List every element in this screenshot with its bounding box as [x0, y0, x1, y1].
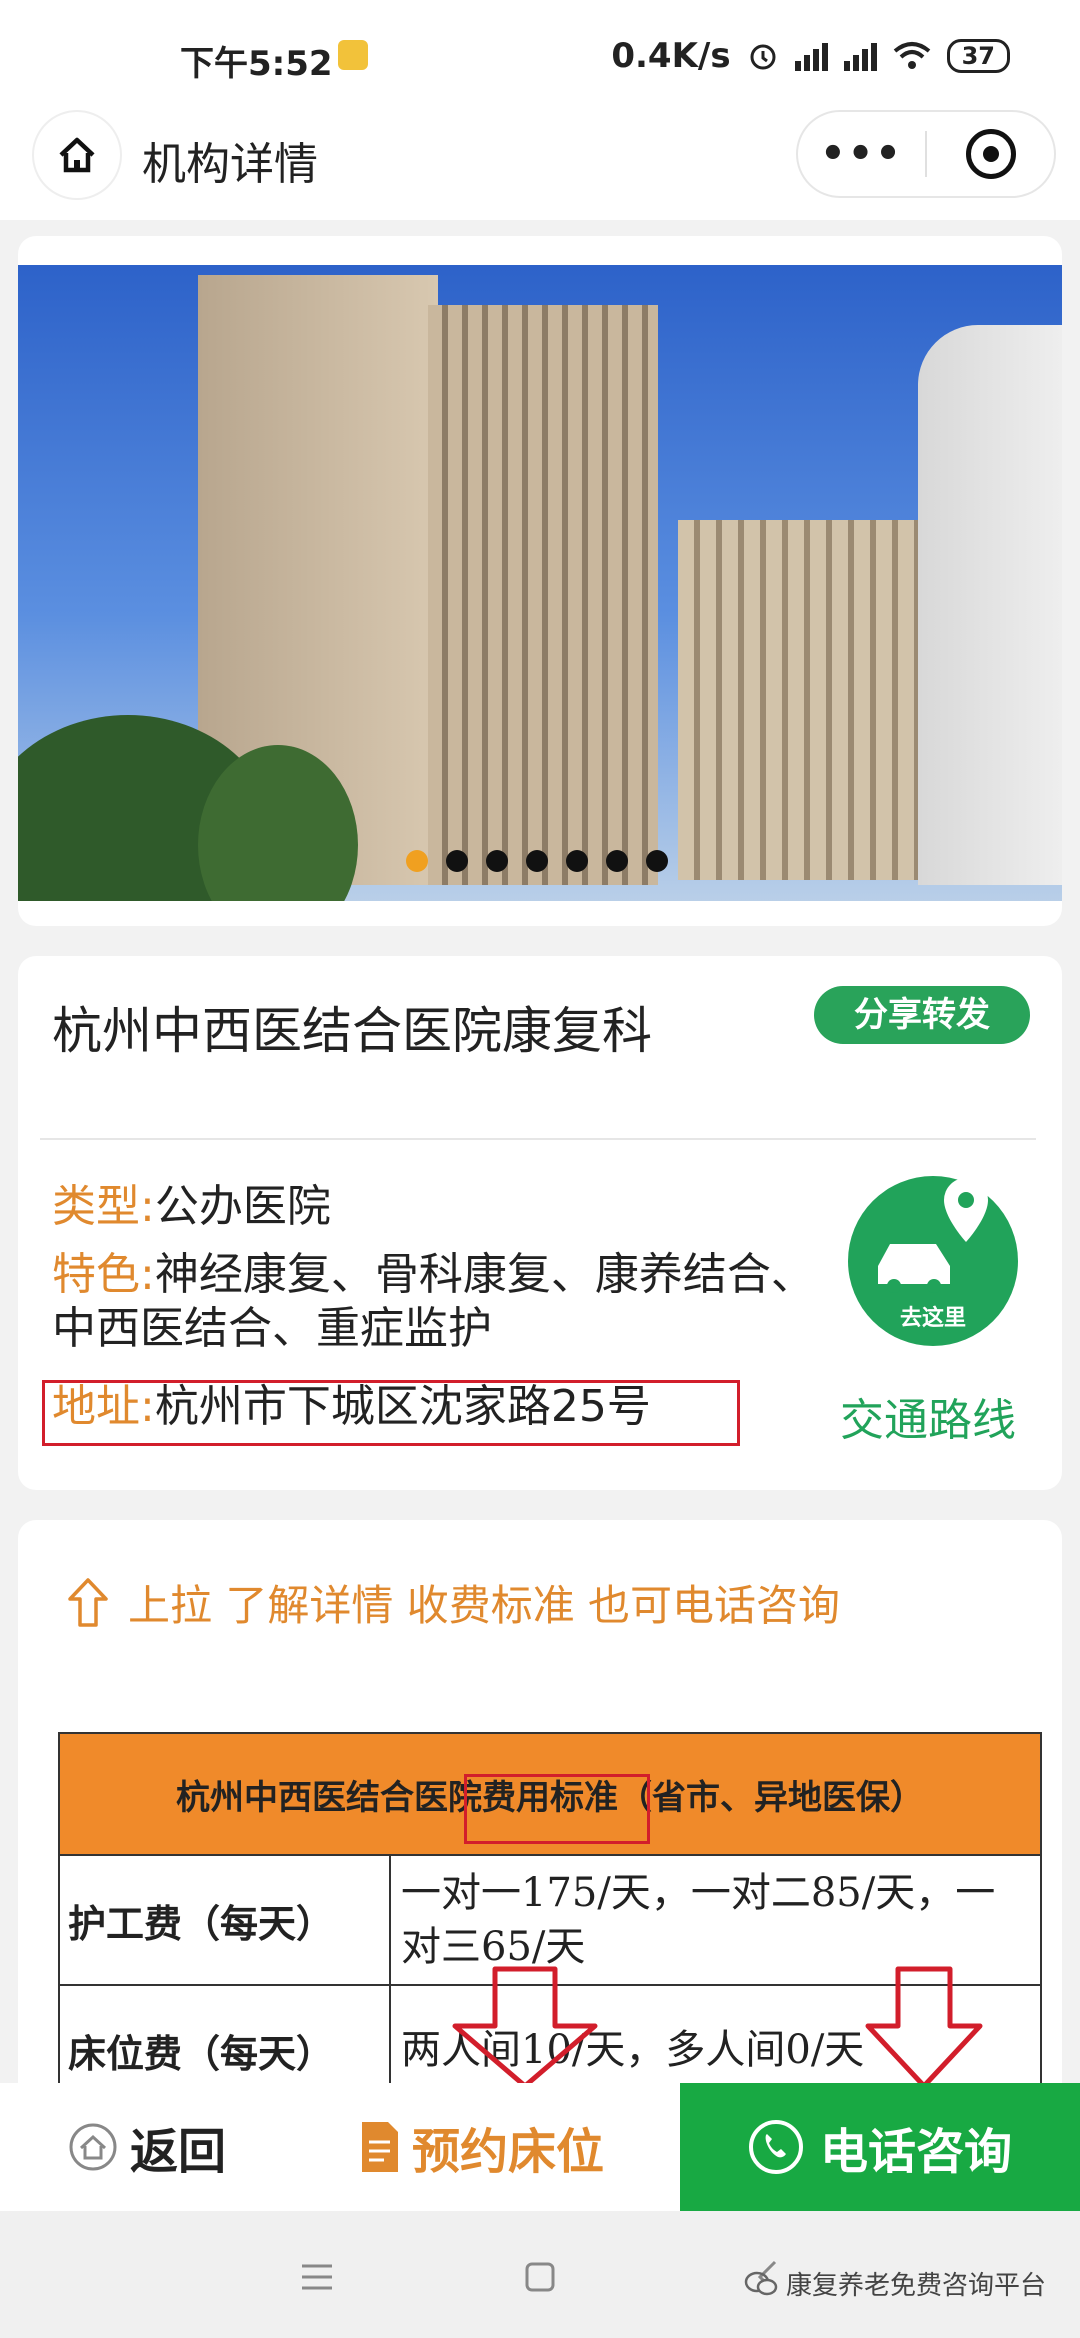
- building-right: [918, 325, 1062, 885]
- carousel-indicator: [406, 850, 668, 872]
- bottom-action-bar: 返回 预约床位 电话咨询: [0, 2083, 1080, 2211]
- watermark: 康复养老免费咨询平台: [744, 2265, 1046, 2302]
- down-arrow-annotation: [865, 1966, 983, 2089]
- phone-icon: [748, 2120, 803, 2174]
- divider: [40, 1138, 1036, 1140]
- share-button[interactable]: 分享转发: [814, 986, 1030, 1044]
- document-icon: [362, 2122, 398, 2172]
- navigate-label: 去这里: [899, 1306, 966, 1331]
- building-tower: [428, 305, 658, 885]
- up-arrow-icon: [68, 1577, 108, 1627]
- home-circle-icon: [69, 2123, 117, 2171]
- signal-icon-2: [843, 41, 877, 71]
- phone-consult-label: 电话咨询: [819, 2124, 1012, 2180]
- fee-row-label: 护工费（每天）: [58, 1854, 391, 1986]
- type-label: 类型:: [52, 1181, 155, 1232]
- type-row: 类型:公办医院: [52, 1180, 832, 1234]
- more-button[interactable]: •••: [798, 131, 925, 177]
- mini-program-capsule: •••: [796, 110, 1056, 198]
- address-highlight-box: [42, 1380, 740, 1446]
- home-icon: [59, 137, 95, 173]
- home-button[interactable]: [32, 110, 122, 200]
- type-value: 公办医院: [154, 1181, 331, 1232]
- pull-up-hint: 上拉 了解详情 收费标准 也可电话咨询: [66, 1572, 840, 1633]
- back-button[interactable]: 返回: [68, 2083, 226, 2211]
- down-arrow-annotation: [452, 1966, 598, 2089]
- wifi-icon: [893, 42, 930, 69]
- book-bed-label: 预约床位: [412, 2124, 605, 2180]
- wechat-icon: [744, 2271, 778, 2295]
- page-title: 机构详情: [142, 139, 318, 190]
- home-square-icon[interactable]: [524, 2261, 556, 2293]
- carousel-dot[interactable]: [406, 850, 428, 872]
- menu-icon[interactable]: [300, 2263, 334, 2291]
- carousel-dot[interactable]: [486, 850, 508, 872]
- institution-name: 杭州中西医结合医院康复科: [52, 1002, 652, 1060]
- feature-value: 神经康复、骨科康复、康养结合、中西医结合、重症监护: [52, 1249, 815, 1354]
- hospital-photo-carousel[interactable]: [18, 265, 1062, 901]
- close-mini-program-button[interactable]: [927, 129, 1054, 179]
- signal-icon: [794, 41, 828, 71]
- feature-row: 特色:神经康复、骨科康复、康养结合、中西医结合、重症监护: [52, 1248, 832, 1356]
- phone-consult-button[interactable]: 电话咨询: [680, 2083, 1080, 2211]
- carousel-dot[interactable]: [526, 850, 548, 872]
- carousel-dot[interactable]: [566, 850, 588, 872]
- target-icon: [965, 129, 1016, 179]
- back-label: 返回: [130, 2124, 227, 2180]
- pull-up-hint-text: 上拉 了解详情 收费标准 也可电话咨询: [128, 1581, 841, 1630]
- status-right: 0.4K/s 37: [611, 36, 1010, 76]
- alarm-icon: [750, 44, 776, 70]
- status-time: 下午5:52: [180, 44, 333, 84]
- building-annex: [678, 520, 918, 880]
- feature-label: 特色:: [52, 1249, 155, 1300]
- car-location-icon: [878, 1178, 988, 1293]
- navigate-button[interactable]: 去这里: [848, 1176, 1018, 1346]
- carousel-dot[interactable]: [446, 850, 468, 872]
- carousel-dot[interactable]: [606, 850, 628, 872]
- watermark-text: 康复养老免费咨询平台: [785, 2271, 1046, 2301]
- status-bar: 下午5:52 0.4K/s 37: [0, 0, 1080, 100]
- fee-standard-highlight-box: [464, 1774, 650, 1844]
- system-nav-bar: 康复养老免费咨询平台: [0, 2211, 1080, 2338]
- network-speed: 0.4K/s: [611, 36, 731, 76]
- battery-icon: 37: [946, 39, 1010, 73]
- carousel-dot[interactable]: [646, 850, 668, 872]
- route-link[interactable]: 交通路线: [840, 1384, 1016, 1448]
- book-bed-button[interactable]: 预约床位: [360, 2083, 604, 2211]
- message-notification-icon: [338, 40, 368, 70]
- nav-bar: 机构详情 •••: [0, 100, 1080, 220]
